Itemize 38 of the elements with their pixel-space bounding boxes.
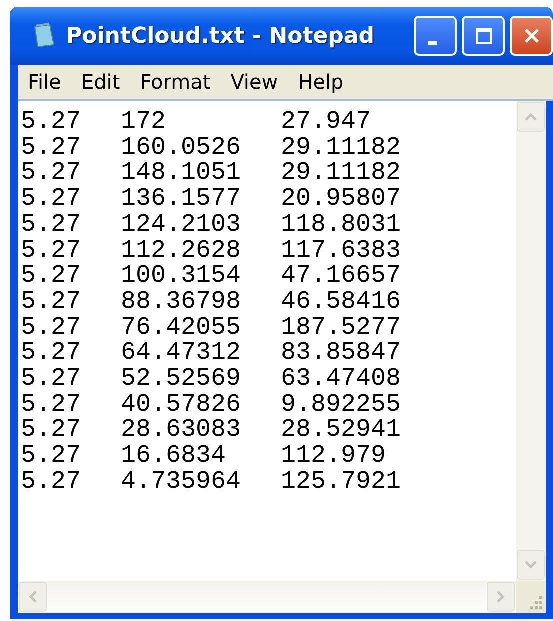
text-line: 5.27 148.1051 29.11182 — [21, 160, 402, 186]
menu-item[interactable]: File — [28, 70, 62, 94]
window-title: PointCloud.txt - Notepad — [66, 24, 375, 48]
vertical-scrollbar[interactable] — [516, 101, 546, 581]
text-line: 5.27 160.0526 29.11182 — [21, 134, 402, 160]
menu-item[interactable]: View — [230, 70, 278, 94]
minimize-icon — [428, 41, 436, 45]
text-line: 5.27 64.47312 83.85847 — [21, 340, 402, 366]
minimize-button[interactable] — [414, 16, 457, 56]
text-line: 5.27 172 27.947 — [21, 109, 372, 135]
scroll-up-button[interactable] — [517, 102, 545, 132]
menu-item[interactable]: Format — [140, 70, 211, 94]
menu-item[interactable]: Help — [298, 70, 344, 94]
scroll-left-button[interactable] — [19, 582, 47, 612]
chevron-up-icon — [524, 112, 538, 122]
close-button[interactable] — [510, 16, 553, 56]
maximize-button[interactable] — [462, 16, 505, 56]
text-line: 5.27 4.735964 125.7921 — [21, 468, 402, 495]
scroll-right-button[interactable] — [487, 582, 515, 612]
text-line: 5.27 52.52569 63.47408 — [21, 366, 402, 392]
scroll-down-button[interactable] — [517, 550, 545, 580]
horizontal-scrollbar[interactable] — [18, 581, 516, 613]
text-line: 5.27 16.6834 112.979 — [21, 443, 388, 469]
menu-item[interactable]: Edit — [81, 70, 120, 94]
chevron-left-icon — [28, 590, 38, 604]
text-line: 5.27 136.1577 20.95807 — [21, 186, 402, 212]
text-line: 5.27 40.57826 9.892255 — [21, 392, 402, 418]
text-line: 5.27 28.63083 28.52941 — [21, 417, 402, 444]
text-line: 5.27 88.36798 46.58416 — [21, 288, 402, 315]
chevron-right-icon — [496, 590, 506, 604]
notepad-icon — [32, 23, 56, 49]
chevron-down-icon — [524, 560, 538, 570]
text-line: 5.27 124.2103 118.8031 — [21, 212, 402, 238]
text-line: 5.27 100.3154 47.16657 — [21, 263, 402, 289]
text-line: 5.27 76.42055 187.5277 — [21, 314, 402, 340]
text-line: 5.27 112.2628 117.6383 — [21, 238, 402, 264]
resize-grip-icon[interactable] — [527, 594, 543, 610]
maximize-icon — [474, 26, 494, 46]
